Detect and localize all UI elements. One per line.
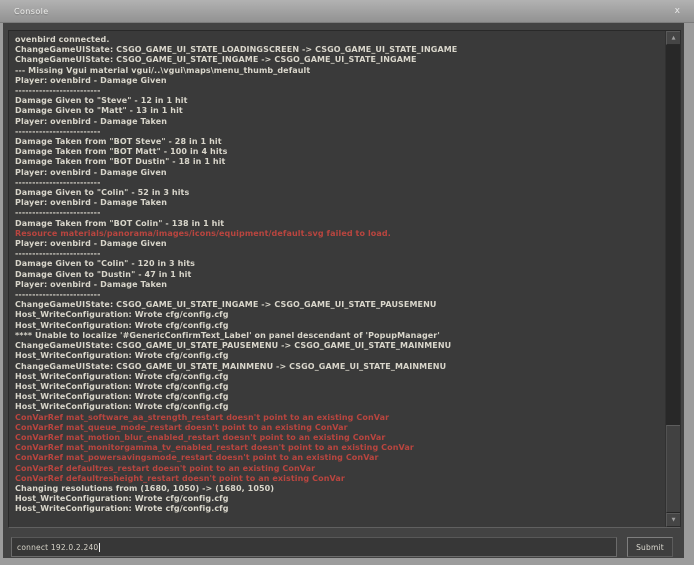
title-bar[interactable]: Console x	[0, 0, 694, 23]
console-line: -------------------------	[15, 178, 659, 188]
scroll-up-icon[interactable]: ▲	[666, 31, 681, 45]
console-line: ConVarRef defaultres_restart doesn't poi…	[15, 464, 659, 474]
console-output[interactable]: ovenbird connected. ChangeGameUIState: C…	[8, 30, 681, 528]
console-line: Host_WriteConfiguration: Wrote cfg/confi…	[15, 310, 659, 320]
close-icon[interactable]: x	[675, 5, 680, 17]
console-line: Player: ovenbird - Damage Taken	[15, 198, 659, 208]
console-line: ChangeGameUIState: CSGO_GAME_UI_STATE_MA…	[15, 362, 659, 372]
console-line: Player: ovenbird - Damage Given	[15, 76, 659, 86]
console-line: -------------------------	[15, 127, 659, 137]
console-line: -------------------------	[15, 290, 659, 300]
console-line: ConVarRef defaultresheight_restart doesn…	[15, 474, 659, 484]
text-caret	[99, 543, 100, 552]
console-line: Damage Taken from "BOT Matt" - 100 in 4 …	[15, 147, 659, 157]
console-line: ChangeGameUIState: CSGO_GAME_UI_STATE_LO…	[15, 45, 659, 55]
console-line: Damage Given to "Steve" - 12 in 1 hit	[15, 96, 659, 106]
console-line: Host_WriteConfiguration: Wrote cfg/confi…	[15, 392, 659, 402]
console-window: Console x ovenbird connected. ChangeGame…	[0, 0, 694, 565]
scroll-down-icon[interactable]: ▼	[666, 513, 681, 527]
console-line: **** Unable to localize '#GenericConfirm…	[15, 331, 659, 341]
scrollbar[interactable]: ▲ ▼	[665, 31, 680, 527]
console-line: ChangeGameUIState: CSGO_GAME_UI_STATE_IN…	[15, 300, 659, 310]
console-line: ovenbird connected.	[15, 35, 659, 45]
console-line: ConVarRef mat_motion_blur_enabled_restar…	[15, 433, 659, 443]
console-line: ChangeGameUIState: CSGO_GAME_UI_STATE_IN…	[15, 55, 659, 65]
console-line: Damage Given to "Dustin" - 47 in 1 hit	[15, 270, 659, 280]
console-line: Host_WriteConfiguration: Wrote cfg/confi…	[15, 494, 659, 504]
console-line: Host_WriteConfiguration: Wrote cfg/confi…	[15, 372, 659, 382]
console-line: Resource materials/panorama/images/icons…	[15, 229, 659, 239]
console-line: Player: ovenbird - Damage Given	[15, 239, 659, 249]
console-line: Host_WriteConfiguration: Wrote cfg/confi…	[15, 321, 659, 331]
console-line: Damage Taken from "BOT Colin" - 138 in 1…	[15, 219, 659, 229]
console-line: Host_WriteConfiguration: Wrote cfg/confi…	[15, 382, 659, 392]
window-title: Console	[14, 7, 49, 16]
console-line: ChangeGameUIState: CSGO_GAME_UI_STATE_PA…	[15, 341, 659, 351]
console-line: Player: ovenbird - Damage Given	[15, 168, 659, 178]
console-line: Host_WriteConfiguration: Wrote cfg/confi…	[15, 351, 659, 361]
window-body: ovenbird connected. ChangeGameUIState: C…	[3, 23, 684, 558]
console-line: --- Missing Vgui material vgui/..\vgui\m…	[15, 66, 659, 76]
console-line: ConVarRef mat_software_aa_strength_resta…	[15, 413, 659, 423]
console-line: -------------------------	[15, 208, 659, 218]
console-line: -------------------------	[15, 249, 659, 259]
console-line: ConVarRef mat_queue_mode_restart doesn't…	[15, 423, 659, 433]
console-line: Damage Taken from "BOT Steve" - 28 in 1 …	[15, 137, 659, 147]
console-line: Damage Given to "Matt" - 13 in 1 hit	[15, 106, 659, 116]
console-line: Player: ovenbird - Damage Taken	[15, 117, 659, 127]
submit-button[interactable]: Submit	[627, 537, 673, 557]
console-line: -------------------------	[15, 86, 659, 96]
console-line: Changing resolutions from (1680, 1050) -…	[15, 484, 659, 494]
console-line: Damage Taken from "BOT Dustin" - 18 in 1…	[15, 157, 659, 167]
console-line: Damage Given to "Colin" - 52 in 3 hits	[15, 188, 659, 198]
console-line: ConVarRef mat_powersavingsmode_restart d…	[15, 453, 659, 463]
console-log: ovenbird connected. ChangeGameUIState: C…	[9, 31, 663, 527]
command-input-value: connect 192.0.2.240	[17, 543, 98, 552]
scrollbar-thumb[interactable]	[666, 425, 681, 513]
console-line: Damage Given to "Colin" - 120 in 3 hits	[15, 259, 659, 269]
console-line: ConVarRef mat_monitorgamma_tv_enabled_re…	[15, 443, 659, 453]
console-command-input[interactable]: connect 192.0.2.240	[11, 537, 617, 557]
console-line: Host_WriteConfiguration: Wrote cfg/confi…	[15, 504, 659, 514]
console-line: Player: ovenbird - Damage Taken	[15, 280, 659, 290]
console-line: Host_WriteConfiguration: Wrote cfg/confi…	[15, 402, 659, 412]
